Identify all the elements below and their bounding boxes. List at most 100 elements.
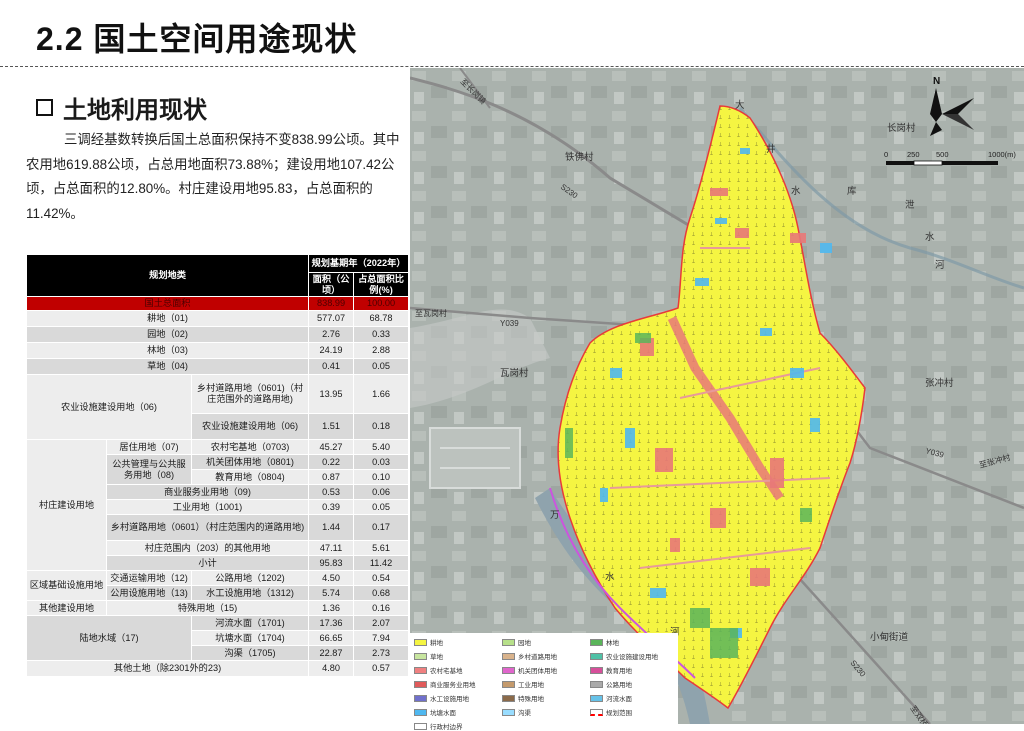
legend-label: 草地 — [430, 654, 443, 661]
legend-item: 园地 — [502, 637, 586, 647]
col-header-pct: 占总面积比例(%) — [353, 272, 410, 297]
legend-item: 规划范围 — [590, 707, 674, 717]
legend-swatch — [502, 694, 515, 702]
map-label: 长岗村 — [887, 122, 916, 134]
legend-swatch — [590, 708, 603, 716]
map-label: Y039 — [500, 319, 519, 328]
table-row: 农业设施建设用地（06) 乡村道路用地（0601)（村庄范围外的道路用地) 13.… — [26, 374, 410, 440]
legend-item: 农村宅基地 — [414, 665, 498, 675]
section-title: 土地利用现状 — [63, 97, 207, 124]
legend-swatch — [414, 652, 427, 660]
svg-text:1000(m): 1000(m) — [988, 150, 1016, 159]
svg-text:250: 250 — [907, 150, 920, 159]
table-row-total: 国土总面积 838.99 100.00 — [25, 296, 410, 311]
legend-swatch — [502, 666, 515, 674]
legend-swatch — [590, 694, 603, 702]
legend-item: 耕地 — [414, 637, 498, 647]
intro-paragraph: 三调经基数转换后国土总面积保持不变838.99公顷。其中农用地619.88公顷，… — [26, 132, 400, 221]
map-label: 河 — [935, 259, 945, 271]
legend-label: 农村宅基地 — [430, 668, 463, 675]
legend-swatch — [414, 694, 427, 702]
north-arrow-icon: N — [922, 74, 982, 144]
legend-swatch — [590, 666, 603, 674]
legend-swatch — [502, 638, 515, 646]
legend-item: 教育用地 — [590, 665, 674, 675]
legend-swatch — [414, 680, 427, 688]
table-row: 陆地水域（17) 河流水面（1701) 17.36 2.07 — [26, 615, 410, 661]
legend-item: 林地 — [590, 637, 674, 647]
map-label: 瓦岗村 — [500, 367, 529, 379]
legend-label: 商业服务业用地 — [430, 682, 476, 689]
map-label: 万 — [550, 510, 560, 521]
legend-item: 行政村边界 — [414, 721, 498, 731]
legend-swatch — [502, 680, 515, 688]
legend-label: 林地 — [606, 640, 619, 647]
legend-label: 规划范围 — [606, 710, 632, 717]
legend-label: 教育用地 — [606, 668, 632, 675]
table-row: 其他土地（除2301外的23) 4.80 0.57 — [25, 660, 410, 677]
map-label: 泄 — [905, 199, 915, 211]
section-heading: 土地利用现状 — [36, 90, 207, 125]
land-use-table: 规划地类 规划基期年（2022年） 面积（公顷） 占总面积比例(%) 国土总面积… — [25, 254, 410, 677]
legend-label: 沟渠 — [518, 710, 531, 717]
legend-label: 园地 — [518, 640, 531, 647]
legend-item: 草地 — [414, 651, 498, 661]
table-row: 林地（03) 24.19 2.88 — [25, 342, 410, 359]
legend-label: 河流水面 — [606, 696, 632, 703]
table-row: 村庄建设用地 居住用地（07) 农村宅基地（0703) 45.27 5.40 — [26, 439, 410, 571]
table-row: 草地（04) 0.41 0.05 — [25, 358, 410, 375]
table-row: 园地（02) 2.76 0.33 — [25, 326, 410, 343]
map-label: 大 — [735, 99, 745, 111]
legend-item: 河流水面 — [590, 693, 674, 703]
legend-item: 工业用地 — [502, 679, 586, 689]
table-row: 其他建设用地 特殊用地（15) 1.36 0.16 — [26, 600, 410, 616]
legend-swatch — [502, 652, 515, 660]
legend-label: 行政村边界 — [430, 724, 463, 731]
page-title: 2.2 国土空间用途现状 — [36, 21, 358, 57]
legend-swatch — [590, 652, 603, 660]
scale-bar: 0 250 500 1000(m) — [882, 148, 1022, 172]
legend-label: 工业用地 — [518, 682, 544, 689]
legend-swatch — [414, 638, 427, 646]
legend-swatch — [590, 680, 603, 688]
legend-label: 水工设施用地 — [430, 696, 469, 703]
legend-item: 农业设施建设用地 — [590, 651, 674, 661]
legend-label: 机关团体用地 — [518, 668, 557, 675]
map-label: 库 — [847, 185, 857, 197]
svg-text:500: 500 — [936, 150, 949, 159]
legend-label: 坑塘水面 — [430, 710, 456, 717]
col-header-category: 规划地类 — [25, 254, 310, 297]
legend-item: 特殊用地 — [502, 693, 586, 703]
map-label: 水 — [791, 185, 801, 197]
map-label: 井 — [766, 143, 776, 155]
legend-item: 坑塘水面 — [414, 707, 498, 717]
map-label: 铁佛村 — [565, 151, 594, 163]
svg-text:0: 0 — [884, 150, 888, 159]
map-label: 水 — [925, 231, 935, 243]
legend-label: 乡村道路用地 — [518, 654, 557, 661]
legend-swatch — [414, 708, 427, 716]
square-bullet-icon — [36, 99, 53, 116]
svg-text:N: N — [933, 76, 940, 87]
legend-item: 机关团体用地 — [502, 665, 586, 675]
col-header-area: 面积（公顷） — [308, 272, 355, 297]
legend-item: 乡村道路用地 — [502, 651, 586, 661]
legend-item: 公路用地 — [590, 679, 674, 689]
legend-label: 耕地 — [430, 640, 443, 647]
legend-item: 商业服务业用地 — [414, 679, 498, 689]
table-row: 区域基础设施用地 交通运输用地（12) 公路用地（1202) 4.50 0.54 — [26, 570, 410, 601]
legend-swatch — [414, 666, 427, 674]
map-label: 至瓦岗村 — [415, 308, 447, 318]
table-row: 耕地（01) 577.07 68.78 — [25, 310, 410, 327]
col-header-year: 规划基期年（2022年） — [308, 254, 410, 273]
legend-label: 特殊用地 — [518, 696, 544, 703]
legend-swatch — [590, 638, 603, 646]
map-legend: 耕地 园地 林地草地 乡村道路用地 农业设施建设用地农村宅基地 机关团体用地 教育用地商业服… — [410, 633, 678, 731]
map-label: 水 — [605, 571, 615, 583]
header-divider — [0, 66, 1024, 67]
legend-label: 公路用地 — [606, 682, 632, 689]
legend-swatch — [502, 708, 515, 716]
map-label: 小甸街道 — [870, 631, 909, 643]
legend-label: 农业设施建设用地 — [606, 654, 658, 661]
legend-item: 水工设施用地 — [414, 693, 498, 703]
